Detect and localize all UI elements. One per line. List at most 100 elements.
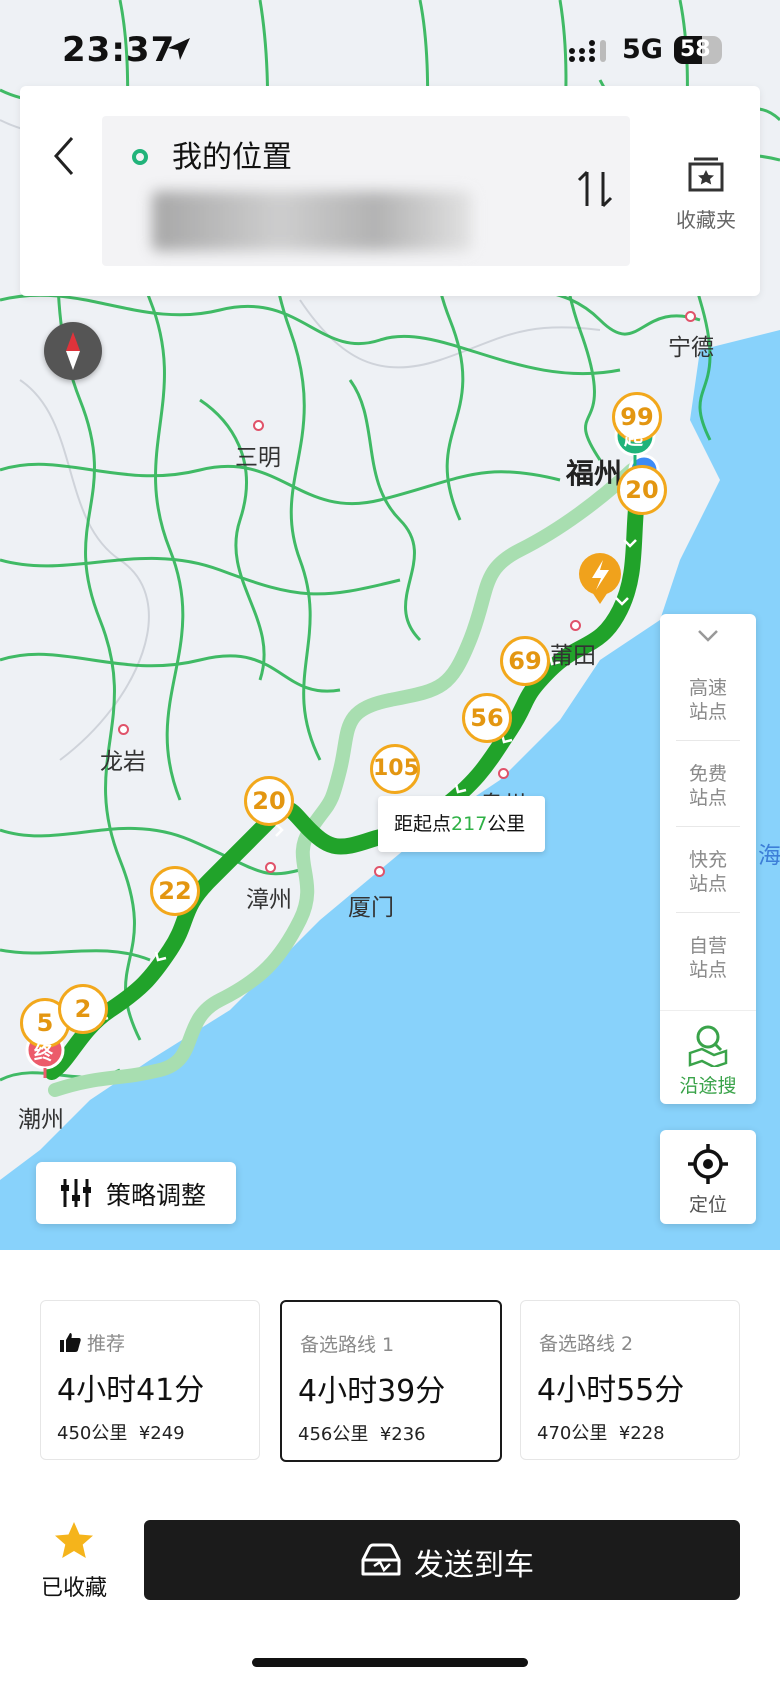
status-bar: 23:37 5G 58 bbox=[0, 0, 780, 80]
city-dot bbox=[685, 311, 696, 322]
city-dot bbox=[570, 620, 581, 631]
route-search-header: 我的位置 收藏夹 bbox=[20, 86, 760, 296]
city-label-longyan: 龙岩 bbox=[100, 749, 146, 775]
compass-button[interactable] bbox=[44, 322, 102, 380]
route-distance-cost: 450公里 ¥249 bbox=[57, 1419, 185, 1445]
city-label-sanming: 三明 bbox=[235, 445, 281, 471]
location-arrow-icon bbox=[168, 38, 190, 60]
network-type: 5G bbox=[622, 34, 663, 65]
route-duration: 4小时55分 bbox=[537, 1373, 685, 1408]
road-number-badge: 56 bbox=[462, 693, 512, 743]
route-tag: 推荐 bbox=[87, 1333, 126, 1355]
origin-input[interactable]: 我的位置 bbox=[172, 132, 292, 176]
city-label-xiamen: 厦门 bbox=[348, 895, 394, 921]
search-along-label: 沿途搜 bbox=[679, 1075, 737, 1097]
route-tag: 备选路线 2 bbox=[539, 1333, 634, 1355]
filter-label: 站点 bbox=[688, 873, 727, 895]
route-duration: 4小时41分 bbox=[57, 1373, 205, 1408]
filter-label: 免费 bbox=[688, 763, 727, 785]
filter-label: 站点 bbox=[688, 959, 727, 981]
divider bbox=[676, 740, 740, 741]
route-distance: 450公里 bbox=[57, 1423, 128, 1444]
route-distance-cost: 470公里 ¥228 bbox=[537, 1419, 665, 1445]
road-number-badge: 2 bbox=[58, 984, 108, 1034]
favorites-folder-button[interactable]: 收藏夹 bbox=[660, 156, 752, 233]
filter-free-stations[interactable]: 免费 站点 bbox=[660, 762, 756, 810]
start-marker-label: 起 bbox=[624, 427, 644, 449]
locate-button[interactable]: 定位 bbox=[660, 1130, 756, 1224]
favorite-toggle[interactable]: 已收藏 bbox=[36, 1520, 112, 1602]
route-option-alt-2[interactable]: 备选路线 2 4小时55分 470公里 ¥228 bbox=[520, 1300, 740, 1460]
search-along-icon bbox=[688, 1025, 728, 1067]
filter-label: 快充 bbox=[688, 849, 727, 871]
swap-icon[interactable] bbox=[575, 166, 615, 212]
filter-label: 自营 bbox=[688, 935, 727, 957]
filter-label: 站点 bbox=[688, 701, 727, 723]
sliders-icon bbox=[61, 1179, 91, 1207]
filter-self-operated-stations[interactable]: 自营 站点 bbox=[660, 934, 756, 982]
road-number-badge: 20 bbox=[617, 465, 667, 515]
compass-icon bbox=[66, 332, 80, 370]
sea-label: 海 bbox=[758, 843, 780, 869]
route-tag: 备选路线 1 bbox=[300, 1334, 395, 1356]
origin-dot-icon bbox=[132, 149, 148, 165]
city-label-chaozhou: 潮州 bbox=[18, 1107, 64, 1133]
route-option-recommended[interactable]: 推荐 4小时41分 450公里 ¥249 bbox=[40, 1300, 260, 1460]
divider bbox=[676, 826, 740, 827]
filter-label: 站点 bbox=[688, 787, 727, 809]
city-dot bbox=[498, 768, 509, 779]
station-filter-panel: 高速 站点 免费 站点 快充 站点 自营 站点 沿途搜 bbox=[660, 614, 756, 1104]
distance-value: 217 bbox=[451, 813, 488, 835]
send-to-car-button[interactable]: 发送到车 bbox=[144, 1520, 740, 1600]
route-cost: ¥249 bbox=[138, 1423, 185, 1444]
signal-icon bbox=[569, 40, 606, 62]
favorited-label: 已收藏 bbox=[40, 1576, 107, 1601]
route-distance: 470公里 bbox=[537, 1423, 608, 1444]
road-number-badge: 22 bbox=[150, 866, 200, 916]
thumbs-up-icon bbox=[60, 1333, 81, 1352]
search-along-route-button[interactable]: 沿途搜 bbox=[660, 1010, 756, 1105]
city-label-ningde: 宁德 bbox=[668, 335, 714, 361]
filter-label: 高速 bbox=[688, 677, 727, 699]
city-dot bbox=[374, 866, 385, 877]
route-option-alt-1[interactable]: 备选路线 1 4小时39分 456公里 ¥236 bbox=[280, 1300, 502, 1462]
road-number-badge: 20 bbox=[244, 776, 294, 826]
city-label-fuzhou: 福州 bbox=[566, 457, 623, 490]
route-cost: ¥228 bbox=[618, 1423, 665, 1444]
battery-percent: 58 bbox=[680, 37, 711, 62]
chevron-down-icon[interactable] bbox=[696, 628, 720, 644]
send-to-car-label: 发送到车 bbox=[414, 1548, 534, 1583]
city-dot bbox=[118, 724, 129, 735]
route-strategy-button[interactable]: 策略调整 bbox=[36, 1162, 236, 1224]
star-icon bbox=[55, 1522, 93, 1558]
favorites-folder-label: 收藏夹 bbox=[676, 208, 736, 232]
destination-input-redacted[interactable] bbox=[152, 191, 472, 251]
filter-fast-charge-stations[interactable]: 快充 站点 bbox=[660, 848, 756, 896]
distance-from-start-label: 距起点217公里 bbox=[378, 796, 546, 852]
end-marker-label: 终 bbox=[34, 1042, 54, 1064]
route-strategy-label: 策略调整 bbox=[106, 1181, 207, 1210]
route-endpoints-box: 我的位置 bbox=[102, 116, 630, 266]
city-dot bbox=[265, 862, 276, 873]
divider bbox=[676, 912, 740, 913]
car-icon bbox=[361, 1543, 401, 1576]
road-number-badge: 105 bbox=[370, 744, 420, 794]
filter-highway-stations[interactable]: 高速 站点 bbox=[660, 676, 756, 724]
route-cost: ¥236 bbox=[379, 1424, 426, 1445]
status-time: 23:37 bbox=[62, 30, 176, 70]
road-number-badge: 69 bbox=[500, 636, 550, 686]
folder-star-icon bbox=[688, 157, 724, 192]
locate-label: 定位 bbox=[688, 1194, 727, 1216]
route-distance-cost: 456公里 ¥236 bbox=[298, 1420, 426, 1446]
charging-station-marker bbox=[579, 553, 621, 604]
battery-icon: 58 bbox=[674, 36, 722, 64]
city-dot bbox=[253, 420, 264, 431]
crosshair-icon bbox=[688, 1144, 728, 1184]
route-distance: 456公里 bbox=[298, 1424, 369, 1445]
route-duration: 4小时39分 bbox=[298, 1374, 446, 1409]
back-arrow-icon[interactable] bbox=[42, 126, 82, 186]
distance-prefix: 距起点 bbox=[394, 813, 452, 835]
city-label-putian: 莆田 bbox=[550, 643, 596, 669]
city-label-zhangzhou: 漳州 bbox=[246, 887, 292, 913]
home-indicator bbox=[252, 1658, 528, 1667]
